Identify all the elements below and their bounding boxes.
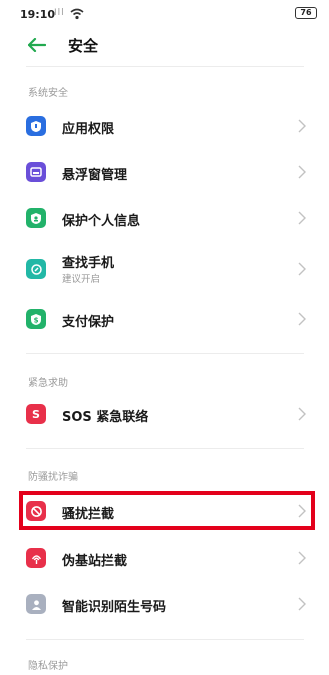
- chevron-right-icon: [298, 211, 306, 225]
- header: 安全: [0, 28, 329, 64]
- payment-shield-icon: $: [26, 309, 46, 329]
- status-time: 19:10: [20, 8, 56, 21]
- chevron-right-icon: [298, 407, 306, 421]
- menu-item-find-phone[interactable]: 查找手机 建议开启: [0, 244, 329, 294]
- menu-item-sos[interactable]: S SOS 紧急联络: [0, 392, 329, 436]
- menu-item-label: 保护个人信息: [62, 214, 141, 229]
- locate-icon: [26, 259, 46, 279]
- menu-item-fake-base-station[interactable]: 伪基站拦截: [0, 536, 329, 580]
- back-button[interactable]: [24, 32, 50, 58]
- header-divider: [26, 66, 304, 67]
- menu-item-payment-protection[interactable]: $ 支付保护: [0, 297, 329, 341]
- chevron-right-icon: [298, 597, 306, 611]
- sos-icon: S: [26, 404, 46, 424]
- antenna-icon: [26, 548, 46, 568]
- battery-indicator: 76: [295, 7, 317, 19]
- signal-icon: Ill: [54, 8, 65, 18]
- shield-icon: [26, 116, 46, 136]
- page-title: 安全: [68, 37, 99, 55]
- menu-item-label: 伪基站拦截: [62, 554, 128, 569]
- menu-item-label: 应用权限: [62, 122, 115, 137]
- wifi-icon: [70, 5, 84, 24]
- chevron-right-icon: [298, 312, 306, 326]
- menu-item-floating-window[interactable]: 悬浮窗管理: [0, 150, 329, 194]
- section-header-anti-harassment: 防骚扰诈骗: [28, 472, 78, 483]
- block-icon: [26, 501, 46, 521]
- chevron-right-icon: [298, 504, 306, 518]
- privacy-shield-icon: [26, 208, 46, 228]
- menu-item-app-permissions[interactable]: 应用权限: [0, 104, 329, 148]
- back-arrow-icon: [28, 38, 46, 52]
- status-bar: 19:10 Ill 76: [0, 0, 329, 28]
- menu-item-label: 悬浮窗管理: [62, 168, 128, 183]
- menu-item-label: SOS 紧急联络: [62, 410, 149, 425]
- menu-item-label: 智能识别陌生号码: [62, 600, 167, 615]
- menu-item-label: 骚扰拦截: [62, 507, 115, 522]
- chevron-right-icon: [298, 551, 306, 565]
- chevron-right-icon: [298, 119, 306, 133]
- menu-item-identify-unknown-numbers[interactable]: 智能识别陌生号码: [0, 582, 329, 626]
- menu-item-harassment-blocking[interactable]: 骚扰拦截: [0, 489, 329, 533]
- chevron-right-icon: [298, 165, 306, 179]
- menu-item-label: 支付保护: [62, 315, 115, 330]
- section-header-emergency: 紧急求助: [28, 378, 68, 389]
- window-icon: [26, 162, 46, 182]
- section-divider: [26, 639, 304, 640]
- section-header-system-security: 系统安全: [28, 88, 68, 99]
- chevron-right-icon: [298, 262, 306, 276]
- section-divider: [26, 353, 304, 354]
- contact-icon: [26, 594, 46, 614]
- svg-text:$: $: [34, 316, 39, 324]
- menu-item-protect-personal-info[interactable]: 保护个人信息: [0, 196, 329, 240]
- menu-item-subtitle: 建议开启: [62, 274, 101, 285]
- menu-item-label: 查找手机: [62, 256, 115, 271]
- section-divider: [26, 448, 304, 449]
- section-header-privacy: 隐私保护: [28, 661, 68, 672]
